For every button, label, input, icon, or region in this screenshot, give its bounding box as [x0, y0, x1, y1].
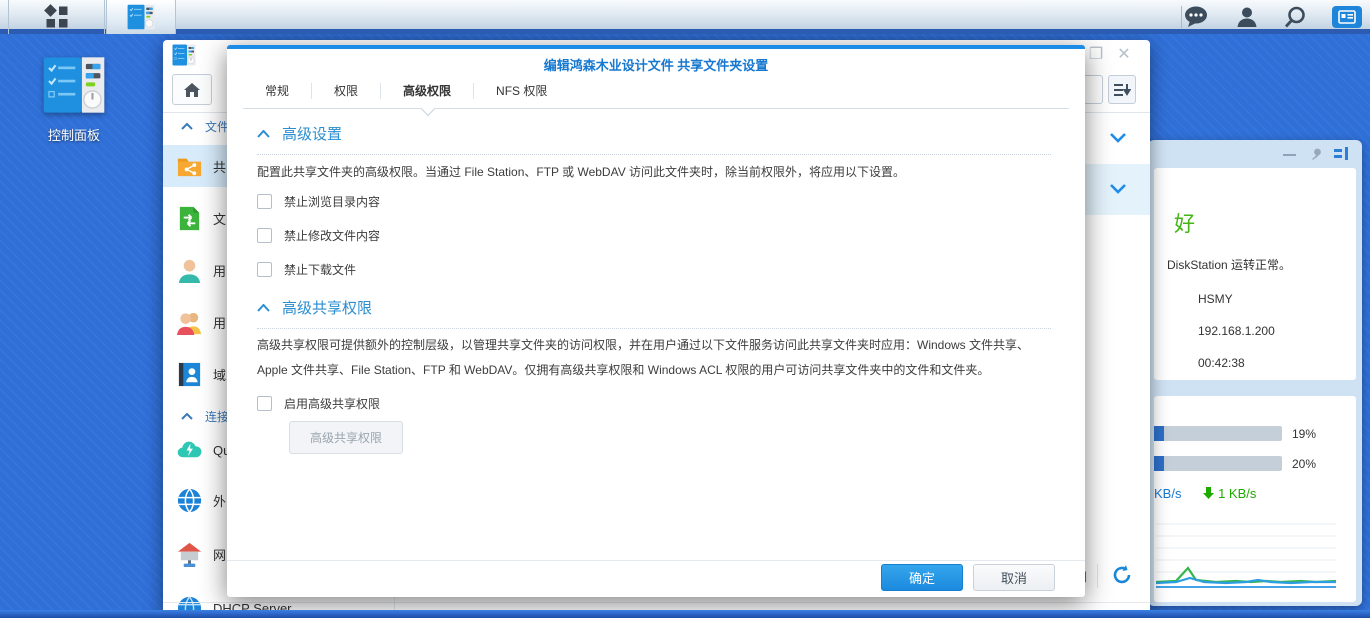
refresh-icon[interactable]	[1111, 564, 1133, 586]
shared-folder-icon	[176, 153, 203, 180]
cpu-usage-bar	[1154, 426, 1282, 441]
widget-panel-toggle-icon[interactable]	[1334, 147, 1350, 161]
checkbox-row-disable-download: 禁止下载文件	[257, 261, 356, 278]
section-advanced-settings[interactable]: 高级设置	[257, 123, 1051, 155]
network-sparkline-chart	[1156, 512, 1336, 588]
cancel-button[interactable]: 取消	[973, 564, 1055, 591]
section-description: 高级共享权限可提供额外的控制层级，以管理共享文件夹的访问权限，并在用户通过以下文…	[257, 333, 1047, 383]
domain-ldap-icon	[176, 361, 203, 388]
sidebar-item-label: 用	[213, 261, 226, 280]
tab-general[interactable]: 常规	[243, 73, 311, 108]
group-icon	[176, 309, 203, 336]
checkbox-label: 启用高级共享权限	[284, 395, 380, 412]
sidebar-item-label: 外	[213, 491, 226, 510]
chevron-up-icon	[257, 130, 270, 138]
main-menu-button[interactable]	[8, 0, 105, 34]
chat-icon[interactable]	[1184, 6, 1210, 28]
server-name-value: HSMY	[1198, 292, 1233, 306]
chevron-up-icon	[181, 123, 193, 130]
file-services-icon	[176, 205, 203, 232]
home-icon	[183, 82, 201, 98]
section-description: 配置此共享文件夹的高级权限。当通过 File Station、FTP 或 Web…	[257, 160, 1047, 185]
control-panel-icon	[127, 4, 155, 30]
checkbox-disable-modify[interactable]	[257, 228, 272, 243]
health-message: DiskStation 运转正常。	[1167, 256, 1291, 273]
dialog-footer-divider	[227, 560, 1085, 561]
dialog-title: 编辑鸿森木业设计文件 共享文件夹设置	[227, 55, 1085, 74]
chevron-down-icon[interactable]	[1110, 133, 1126, 143]
chevron-up-icon	[257, 304, 270, 312]
ip-address-value: 192.168.1.200	[1198, 324, 1275, 338]
desktop: 好 DiskStation 运转正常。 HSMY 192.168.1.200 0…	[0, 0, 1370, 618]
checkbox-label: 禁止浏览目录内容	[284, 193, 380, 210]
sort-icon	[1114, 82, 1131, 98]
dialog-accent-bar	[227, 45, 1085, 49]
chevron-up-icon	[181, 413, 193, 420]
control-panel-icon	[42, 56, 106, 114]
chevron-down-icon[interactable]	[1110, 184, 1126, 194]
maximize-icon[interactable]: ❐	[1086, 44, 1106, 64]
resource-monitor-card: 19% 20% KB/s 1 KB/s	[1154, 396, 1356, 602]
desktop-shortcut-control-panel[interactable]: 控制面板	[28, 56, 120, 144]
shared-folder-settings-dialog: 编辑鸿森木业设计文件 共享文件夹设置 常规 权限 高级权限 NFS 权限 高级设…	[227, 45, 1085, 597]
widgets-panel-icon[interactable]	[1332, 6, 1362, 28]
taskbar	[0, 0, 1370, 34]
close-icon[interactable]: ✕	[1114, 44, 1134, 64]
home-button[interactable]	[172, 74, 212, 105]
sort-button[interactable]	[1108, 75, 1136, 104]
ram-usage-bar	[1154, 456, 1282, 471]
checkbox-row-enable-advanced: 启用高级共享权限	[257, 395, 380, 412]
external-access-icon	[176, 487, 203, 514]
statusbar-bottom-line	[163, 602, 1150, 603]
advanced-share-permissions-button[interactable]: 高级共享权限	[289, 421, 403, 454]
section-advanced-share-permissions[interactable]: 高级共享权限	[257, 297, 1051, 329]
section-label: 文件	[205, 118, 229, 135]
control-panel-icon	[172, 44, 196, 66]
user-icon[interactable]	[1236, 6, 1258, 28]
uptime-value: 00:42:38	[1198, 356, 1245, 370]
sidebar-section-connectivity[interactable]: 连接	[181, 406, 229, 426]
section-heading: 高级共享权限	[282, 297, 372, 318]
system-health-card: 好 DiskStation 运转正常。 HSMY 192.168.1.200 0…	[1154, 168, 1356, 380]
health-status-text: 好	[1174, 208, 1195, 238]
sidebar-section-file-sharing[interactable]: 文件	[181, 116, 229, 136]
widget-minimize-icon[interactable]	[1283, 154, 1296, 156]
ram-usage-percent: 20%	[1292, 457, 1316, 471]
taskbar-separator	[1181, 6, 1182, 28]
taskbar-right-icons	[1184, 0, 1362, 34]
user-icon	[176, 257, 203, 284]
sidebar-item-label: 共	[213, 157, 226, 176]
taskbar-control-panel-button[interactable]	[106, 0, 176, 34]
tab-nfs-permissions[interactable]: NFS 权限	[474, 73, 569, 108]
ok-button[interactable]: 确定	[881, 564, 963, 591]
checkbox-disable-browse[interactable]	[257, 194, 272, 209]
search-icon[interactable]	[1284, 6, 1306, 28]
sidebar-item-label: 用	[213, 313, 226, 332]
desktop-icon-label: 控制面板	[28, 125, 120, 144]
quickconnect-icon	[176, 437, 203, 464]
tab-permissions[interactable]: 权限	[312, 73, 380, 108]
sidebar-item-label: 域	[213, 365, 226, 384]
checkbox-label: 禁止修改文件内容	[284, 227, 380, 244]
checkbox-row-disable-modify: 禁止修改文件内容	[257, 227, 380, 244]
widget-panel-header	[1148, 140, 1362, 168]
system-health-widget-panel: 好 DiskStation 运转正常。 HSMY 192.168.1.200 0…	[1148, 140, 1362, 606]
sidebar-item-label: 文	[213, 209, 226, 228]
section-label: 连接	[205, 408, 229, 425]
main-menu-icon	[44, 4, 70, 30]
checkbox-row-disable-browse: 禁止浏览目录内容	[257, 193, 380, 210]
section-heading: 高级设置	[282, 123, 342, 144]
dialog-tabs: 常规 权限 高级权限 NFS 权限	[243, 73, 1069, 109]
cpu-usage-percent: 19%	[1292, 427, 1316, 441]
upload-speed: KB/s	[1154, 486, 1181, 501]
screen-bottom-edge	[0, 610, 1370, 618]
network-speed-row: KB/s 1 KB/s	[1154, 486, 1256, 501]
download-arrow-icon	[1203, 487, 1214, 499]
checkbox-disable-download[interactable]	[257, 262, 272, 277]
statusbar-divider	[1097, 564, 1098, 588]
pin-icon[interactable]	[1309, 147, 1324, 162]
checkbox-label: 禁止下载文件	[284, 261, 356, 278]
checkbox-enable-advanced-permissions[interactable]	[257, 396, 272, 411]
download-speed: 1 KB/s	[1218, 486, 1256, 501]
